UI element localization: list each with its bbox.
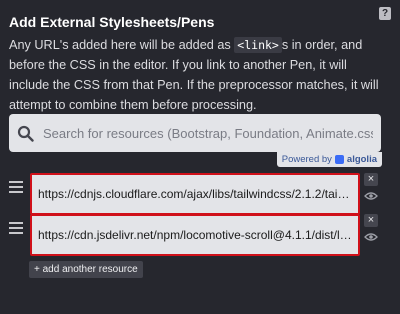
algolia-logo-icon [334,155,344,164]
drag-handle-icon[interactable] [9,181,23,193]
resource-row: × [0,214,400,256]
drag-handle-icon[interactable] [9,222,23,234]
powered-by-label: Powered by [281,154,332,165]
remove-resource-button[interactable]: × [364,173,378,186]
add-resource-button[interactable]: + add another resource [29,261,143,278]
panel-description: Any URL's added here will be added as <l… [9,35,387,115]
view-resource-icon[interactable] [364,232,378,242]
search-icon [17,125,34,142]
resource-row: × [0,173,400,215]
help-icon[interactable]: ? [379,7,391,20]
resource-search-input[interactable] [43,122,373,144]
resource-url-field[interactable] [30,214,360,256]
description-text-1: Any URL's added here will be added as [9,38,235,52]
link-tag-code: <link> [234,37,282,53]
powered-by-algolia[interactable]: Powered by algolia [276,152,382,167]
resource-url-field[interactable] [30,173,360,215]
resource-search-box[interactable] [9,114,381,152]
view-resource-icon[interactable] [364,191,378,201]
remove-resource-button[interactable]: × [364,214,378,227]
algolia-brand: algolia [346,154,377,165]
panel-title: Add External Stylesheets/Pens [9,14,215,30]
